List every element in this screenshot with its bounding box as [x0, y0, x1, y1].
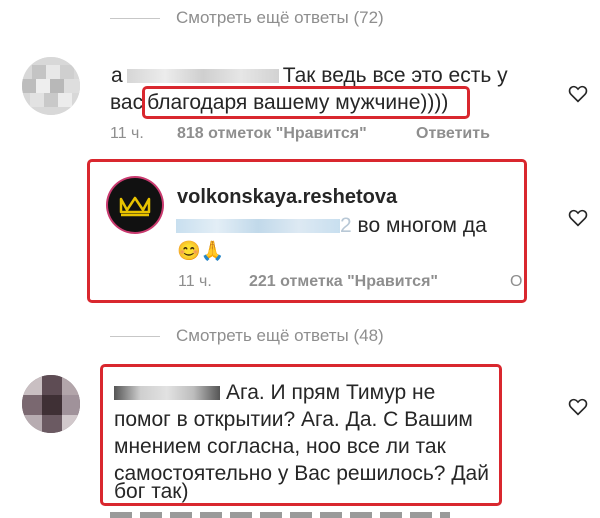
reply-text-line-1: 2 во многом да — [176, 212, 487, 239]
reply-button[interactable]: Ответить — [416, 125, 490, 143]
view-more-replies-72[interactable]: Смотреть ещё ответы (72) — [176, 8, 384, 28]
blurred-username — [126, 69, 279, 84]
reply-button-partial[interactable]: О — [510, 273, 524, 291]
comment-1-time: 11 ч. — [110, 125, 144, 142]
comment-2-text-line-1: Ага. И прям Тимур не — [226, 381, 436, 404]
comment-1-likes[interactable]: 818 отметок "Нравится" — [177, 125, 367, 143]
comment-2-text-line-2: помог в открытии? Ага. Да. С Вашим — [114, 408, 473, 431]
avatar-commenter-1[interactable] — [22, 57, 80, 115]
crown-logo-icon — [119, 196, 151, 217]
like-heart-icon[interactable] — [568, 398, 588, 416]
view-more-replies-48[interactable]: Смотреть ещё ответы (48) — [176, 326, 384, 346]
highlight-box-comment-1 — [142, 86, 470, 119]
avatar-commenter-2[interactable] — [22, 375, 80, 433]
like-heart-icon[interactable] — [568, 209, 588, 227]
pixelated-avatar-image — [22, 375, 80, 433]
comment-1-line-1: а Так ведь все это есть у — [111, 62, 508, 89]
comment-1-text-line-1: Так ведь все это есть у — [282, 64, 508, 87]
avatar-volkonskaya[interactable] — [108, 178, 162, 232]
reply-time: 11 ч. — [178, 273, 212, 290]
comment-2-line-1: Ага. И прям Тимур не — [114, 379, 435, 406]
reply-text: во многом да — [357, 214, 487, 237]
view-more-divider — [110, 18, 160, 19]
comment-1-prefix: а — [111, 64, 123, 87]
reply-username[interactable]: volkonskaya.reshetova — [177, 186, 397, 209]
reply-mention-end: 2 — [340, 214, 352, 237]
comment-2-text-line-3: мнением согласна, ноо все ли так — [114, 435, 446, 458]
pixelated-avatar-image — [22, 57, 80, 115]
reply-emoji: 😊🙏 — [177, 241, 225, 262]
comment-2-meta-cutoff — [110, 512, 450, 518]
reply-likes[interactable]: 221 отметка "Нравится" — [249, 273, 438, 291]
comment-2-text-line-5: бог так) — [114, 480, 189, 503]
blurred-mention — [176, 219, 340, 234]
blurred-username — [114, 386, 220, 401]
comment-1-text-line-2a: вас — [110, 91, 144, 114]
like-heart-icon[interactable] — [568, 85, 588, 103]
view-more-divider — [110, 336, 160, 337]
